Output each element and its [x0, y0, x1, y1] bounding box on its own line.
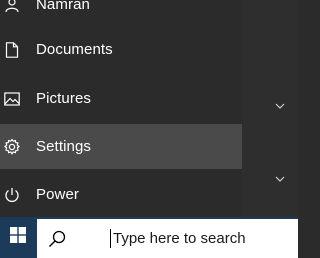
document-icon [0, 27, 24, 72]
user-account-item[interactable]: Namran [0, 0, 242, 27]
windows-logo-icon [10, 227, 26, 248]
power-icon [0, 172, 24, 217]
search-box[interactable] [37, 219, 298, 258]
text-caret [110, 229, 111, 248]
start-button[interactable] [0, 217, 36, 258]
search-input[interactable] [113, 227, 293, 249]
pictures-icon [0, 76, 24, 121]
start-menu: Namran Documents Pictures Settings Power [0, 0, 298, 217]
start-menu-left-rail: Namran Documents Pictures Settings Power [0, 0, 242, 217]
chevron-down-icon[interactable] [272, 98, 288, 114]
taskbar [0, 217, 298, 258]
start-item-label: Power [36, 186, 80, 203]
user-name: Namran [36, 0, 90, 13]
tiles-area [242, 0, 298, 217]
start-item-label: Documents [36, 41, 113, 58]
start-item-settings[interactable]: Settings [0, 124, 242, 169]
start-item-label: Settings [36, 138, 91, 155]
user-icon [0, 0, 24, 27]
start-item-documents[interactable]: Documents [0, 27, 242, 72]
start-item-pictures[interactable]: Pictures [0, 76, 242, 121]
start-item-power[interactable]: Power [0, 172, 242, 217]
search-icon [47, 229, 67, 249]
start-item-label: Pictures [36, 90, 91, 107]
chevron-down-icon[interactable] [272, 171, 288, 187]
gear-icon [0, 124, 24, 169]
